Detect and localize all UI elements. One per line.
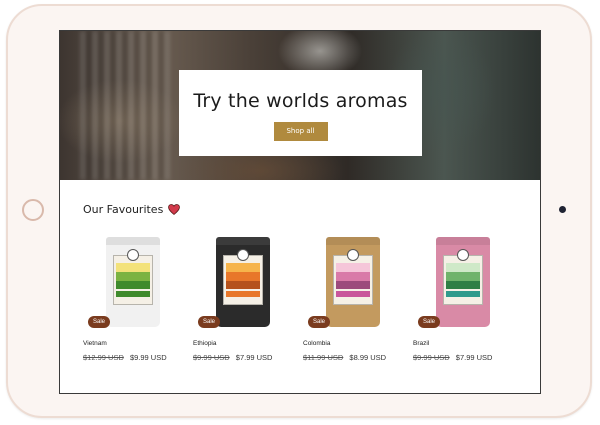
hero-card: Try the worlds aromas Shop all bbox=[179, 70, 422, 156]
landscape-illustration bbox=[226, 263, 260, 289]
product-name[interactable]: Colombia bbox=[303, 340, 330, 347]
product-price: $9.99 USD $7.99 USD bbox=[193, 353, 272, 362]
shop-all-button[interactable]: Shop all bbox=[273, 122, 328, 141]
home-button[interactable] bbox=[22, 199, 44, 221]
logo-icon bbox=[127, 249, 139, 261]
product-price: $11.99 USD $8.99 USD bbox=[303, 353, 386, 362]
sale-price: $8.99 USD bbox=[349, 353, 387, 362]
hero-title: Try the worlds aromas bbox=[193, 90, 408, 112]
landscape-illustration bbox=[446, 263, 480, 289]
bag-label bbox=[223, 249, 263, 305]
product-card-vietnam[interactable]: Sale Vietnam $12.99 USD $9.99 USD bbox=[81, 229, 186, 369]
bag-label bbox=[443, 249, 483, 305]
product-image[interactable]: Sale bbox=[191, 229, 296, 334]
bag-label bbox=[113, 249, 153, 305]
tablet-screen: Try the worlds aromas Shop all Our Favou… bbox=[59, 30, 541, 394]
sale-badge: Sale bbox=[418, 316, 440, 328]
product-image[interactable]: Sale bbox=[411, 229, 516, 334]
landscape-illustration bbox=[336, 263, 370, 289]
product-name[interactable]: Brazil bbox=[413, 340, 429, 347]
logo-icon bbox=[237, 249, 249, 261]
favourites-title: Our Favourites bbox=[83, 203, 164, 216]
product-card-colombia[interactable]: Sale Colombia $11.99 USD $8.99 USD bbox=[301, 229, 406, 369]
product-name[interactable]: Vietnam bbox=[83, 340, 107, 347]
original-price: $9.99 USD bbox=[193, 353, 230, 362]
product-price: $12.99 USD $9.99 USD bbox=[83, 353, 167, 362]
sale-price: $9.99 USD bbox=[129, 353, 167, 362]
original-price: $12.99 USD bbox=[83, 353, 124, 362]
original-price: $9.99 USD bbox=[413, 353, 450, 362]
sale-badge: Sale bbox=[198, 316, 220, 328]
product-image[interactable]: Sale bbox=[81, 229, 186, 334]
coffee-bag bbox=[326, 237, 380, 327]
favourites-heading: Our Favourites bbox=[83, 203, 181, 216]
coffee-bag bbox=[216, 237, 270, 327]
product-grid: Sale Vietnam $12.99 USD $9.99 USD Sale E… bbox=[81, 229, 521, 369]
hero-banner: Try the worlds aromas Shop all bbox=[60, 31, 540, 180]
product-price: $9.99 USD $7.99 USD bbox=[413, 353, 492, 362]
coffee-bag bbox=[436, 237, 490, 327]
coffee-bag bbox=[106, 237, 160, 327]
front-camera bbox=[559, 206, 566, 213]
product-image[interactable]: Sale bbox=[301, 229, 406, 334]
hero-background-image bbox=[80, 31, 170, 180]
sale-price: $7.99 USD bbox=[235, 353, 273, 362]
sale-price: $7.99 USD bbox=[455, 353, 493, 362]
product-card-brazil[interactable]: Sale Brazil $9.99 USD $7.99 USD bbox=[411, 229, 516, 369]
logo-icon bbox=[347, 249, 359, 261]
heart-icon bbox=[168, 204, 181, 215]
sale-badge: Sale bbox=[308, 316, 330, 328]
original-price: $11.99 USD bbox=[303, 353, 344, 362]
logo-icon bbox=[457, 249, 469, 261]
landscape-illustration bbox=[116, 263, 150, 289]
sale-badge: Sale bbox=[88, 316, 110, 328]
product-name[interactable]: Ethiopia bbox=[193, 340, 217, 347]
bag-label bbox=[333, 249, 373, 305]
product-card-ethiopia[interactable]: Sale Ethiopia $9.99 USD $7.99 USD bbox=[191, 229, 296, 369]
